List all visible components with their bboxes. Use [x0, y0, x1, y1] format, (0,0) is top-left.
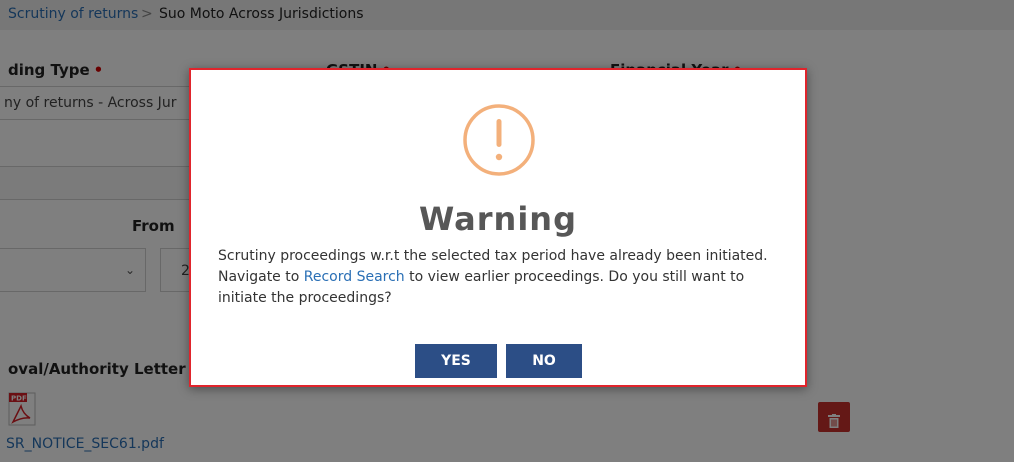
- warning-dialog: Warning Scrutiny proceedings w.r.t the s…: [189, 68, 807, 387]
- exclamation-icon: [463, 104, 535, 176]
- no-button[interactable]: NO: [506, 344, 582, 378]
- record-search-link[interactable]: Record Search: [304, 269, 405, 285]
- dialog-title: Warning: [419, 200, 577, 238]
- yes-button[interactable]: YES: [415, 344, 497, 378]
- dialog-message: Scrutiny proceedings w.r.t the selected …: [218, 246, 788, 309]
